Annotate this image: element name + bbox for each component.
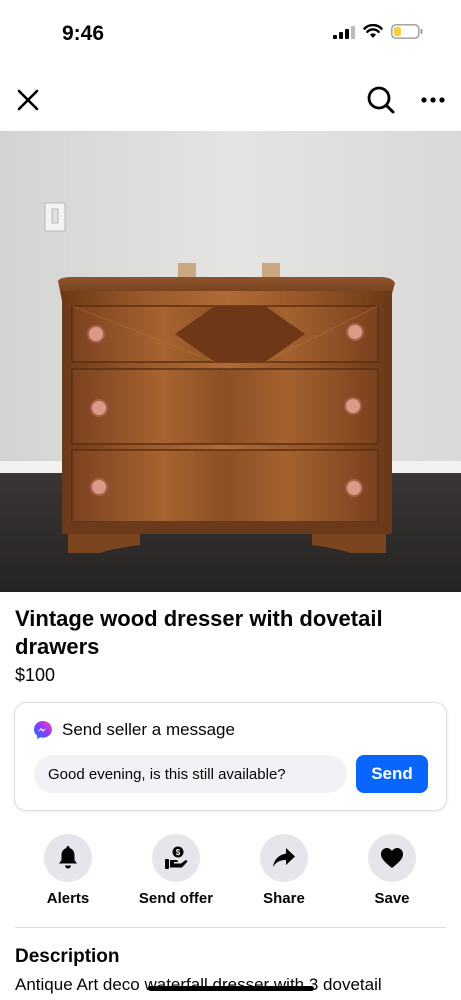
description-heading: Description <box>15 946 120 967</box>
nav-bar <box>0 72 461 128</box>
close-button[interactable] <box>14 86 42 114</box>
heart-icon <box>381 848 403 868</box>
more-button[interactable] <box>420 86 446 114</box>
send-offer-button[interactable]: $ Send offer <box>126 834 226 907</box>
search-icon <box>367 86 395 114</box>
listing-price: $100 <box>15 665 56 685</box>
status-time: 9:46 <box>62 22 105 45</box>
share-label: Share <box>263 890 305 907</box>
listing-photo[interactable] <box>0 131 461 592</box>
action-row: Alerts $ Send offer Share Save <box>0 834 461 914</box>
alerts-label: Alerts <box>46 890 90 907</box>
send-offer-icon: $ <box>165 846 188 869</box>
status-bar: 9:46 <box>0 0 461 66</box>
share-button[interactable]: Share <box>234 834 334 907</box>
message-input[interactable] <box>34 755 347 793</box>
send-offer-label: Send offer <box>138 890 214 907</box>
battery-icon <box>391 24 423 39</box>
status-icons <box>333 24 423 39</box>
dresser-photo <box>0 131 461 592</box>
message-header: Send seller a message <box>33 720 235 740</box>
messenger-icon <box>34 721 52 739</box>
share-icon <box>273 848 295 867</box>
wifi-icon <box>363 24 383 38</box>
alerts-button[interactable]: Alerts <box>18 834 118 907</box>
save-button[interactable]: Save <box>342 834 442 907</box>
send-offer-circle: $ <box>152 834 200 882</box>
listing-title: Vintage wood dresser with dovetail drawe… <box>15 606 383 659</box>
section-divider <box>15 927 446 928</box>
search-button[interactable] <box>366 85 396 115</box>
bell-icon <box>59 846 77 869</box>
close-icon <box>17 89 39 111</box>
more-icon <box>421 97 445 103</box>
alerts-circle <box>44 834 92 882</box>
save-label: Save <box>374 890 410 907</box>
signal-icon <box>333 25 355 39</box>
message-card: Send seller a message Send <box>14 702 447 811</box>
svg-text:$: $ <box>176 848 181 857</box>
send-button[interactable]: Send <box>356 755 428 793</box>
home-indicator[interactable] <box>148 986 314 991</box>
message-header-label: Send seller a message <box>62 720 235 739</box>
share-circle <box>260 834 308 882</box>
description-text: Antique Art deco waterfall dresser with … <box>15 975 382 994</box>
save-circle <box>368 834 416 882</box>
